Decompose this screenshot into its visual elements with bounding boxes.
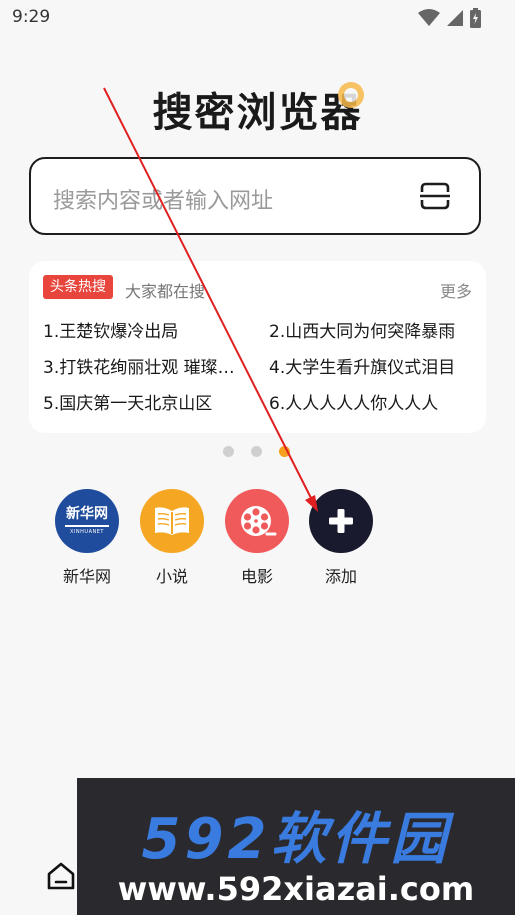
signal-icon xyxy=(447,10,463,26)
plus-icon xyxy=(309,489,373,553)
pager-dot[interactable] xyxy=(251,446,262,457)
shortcut-label: 添加 xyxy=(324,567,357,586)
shortcut-label: 电影 xyxy=(240,567,273,586)
hot-search-item[interactable]: 4.大学生看升旗仪式泪目 xyxy=(269,353,465,378)
hot-search-tag: 头条热搜 xyxy=(43,275,113,299)
xinhua-badge-subtext: XINHUANET xyxy=(70,529,104,535)
title-badge-icon xyxy=(338,82,364,108)
book-icon xyxy=(140,489,204,553)
status-time: 9:29 xyxy=(12,7,51,27)
watermark-url: www.592xiazai.com xyxy=(117,870,475,908)
hot-search-subtitle: 大家都在搜 xyxy=(125,282,206,301)
hot-search-item[interactable]: 1.王楚钦爆冷出局 xyxy=(43,317,239,342)
more-link[interactable]: 更多 xyxy=(440,278,472,302)
status-bar: 9:29 xyxy=(0,0,515,36)
home-icon[interactable] xyxy=(46,861,76,891)
pager-dot[interactable] xyxy=(223,446,234,457)
pager-dot-active[interactable] xyxy=(279,446,290,457)
xinhua-logo-icon: 新华网 XINHUANET xyxy=(55,489,119,553)
app-title: 搜密浏览器 xyxy=(152,90,363,136)
search-input[interactable]: 搜索内容或者输入网址 xyxy=(29,157,481,235)
hot-search-item[interactable]: 3.打铁花绚丽壮观 璀璨夜空 xyxy=(43,353,239,378)
hot-search-item[interactable]: 5.国庆第一天北京山区 xyxy=(43,389,239,414)
wifi-icon xyxy=(418,9,440,26)
shortcut-add[interactable]: 添加 xyxy=(308,489,374,587)
pager-dots xyxy=(223,446,290,457)
shortcut-label: 新华网 xyxy=(62,567,111,586)
watermark: 592软件园 www.592xiazai.com xyxy=(77,778,515,915)
shortcut-label: 小说 xyxy=(155,567,188,586)
shortcut-novel[interactable]: 小说 xyxy=(139,489,205,587)
xinhua-badge-text: 新华网 xyxy=(66,506,108,522)
hot-search-item[interactable]: 2.山西大同为何突降暴雨 xyxy=(269,317,465,342)
hot-search-card: 头条热搜 大家都在搜 更多 1.王楚钦爆冷出局 2.山西大同为何突降暴雨 3.打… xyxy=(29,261,486,433)
shortcut-movie[interactable]: 电影 xyxy=(224,489,290,587)
battery-icon xyxy=(470,8,481,28)
scan-icon[interactable] xyxy=(419,181,451,211)
search-placeholder: 搜索内容或者输入网址 xyxy=(53,189,274,214)
status-icons xyxy=(418,8,481,28)
watermark-title: 592软件园 xyxy=(141,807,451,872)
film-reel-icon xyxy=(225,489,289,553)
shortcut-xinhua[interactable]: 新华网 XINHUANET 新华网 xyxy=(54,489,120,587)
hot-search-item[interactable]: 6.人人人人人你人人人 xyxy=(269,389,465,414)
